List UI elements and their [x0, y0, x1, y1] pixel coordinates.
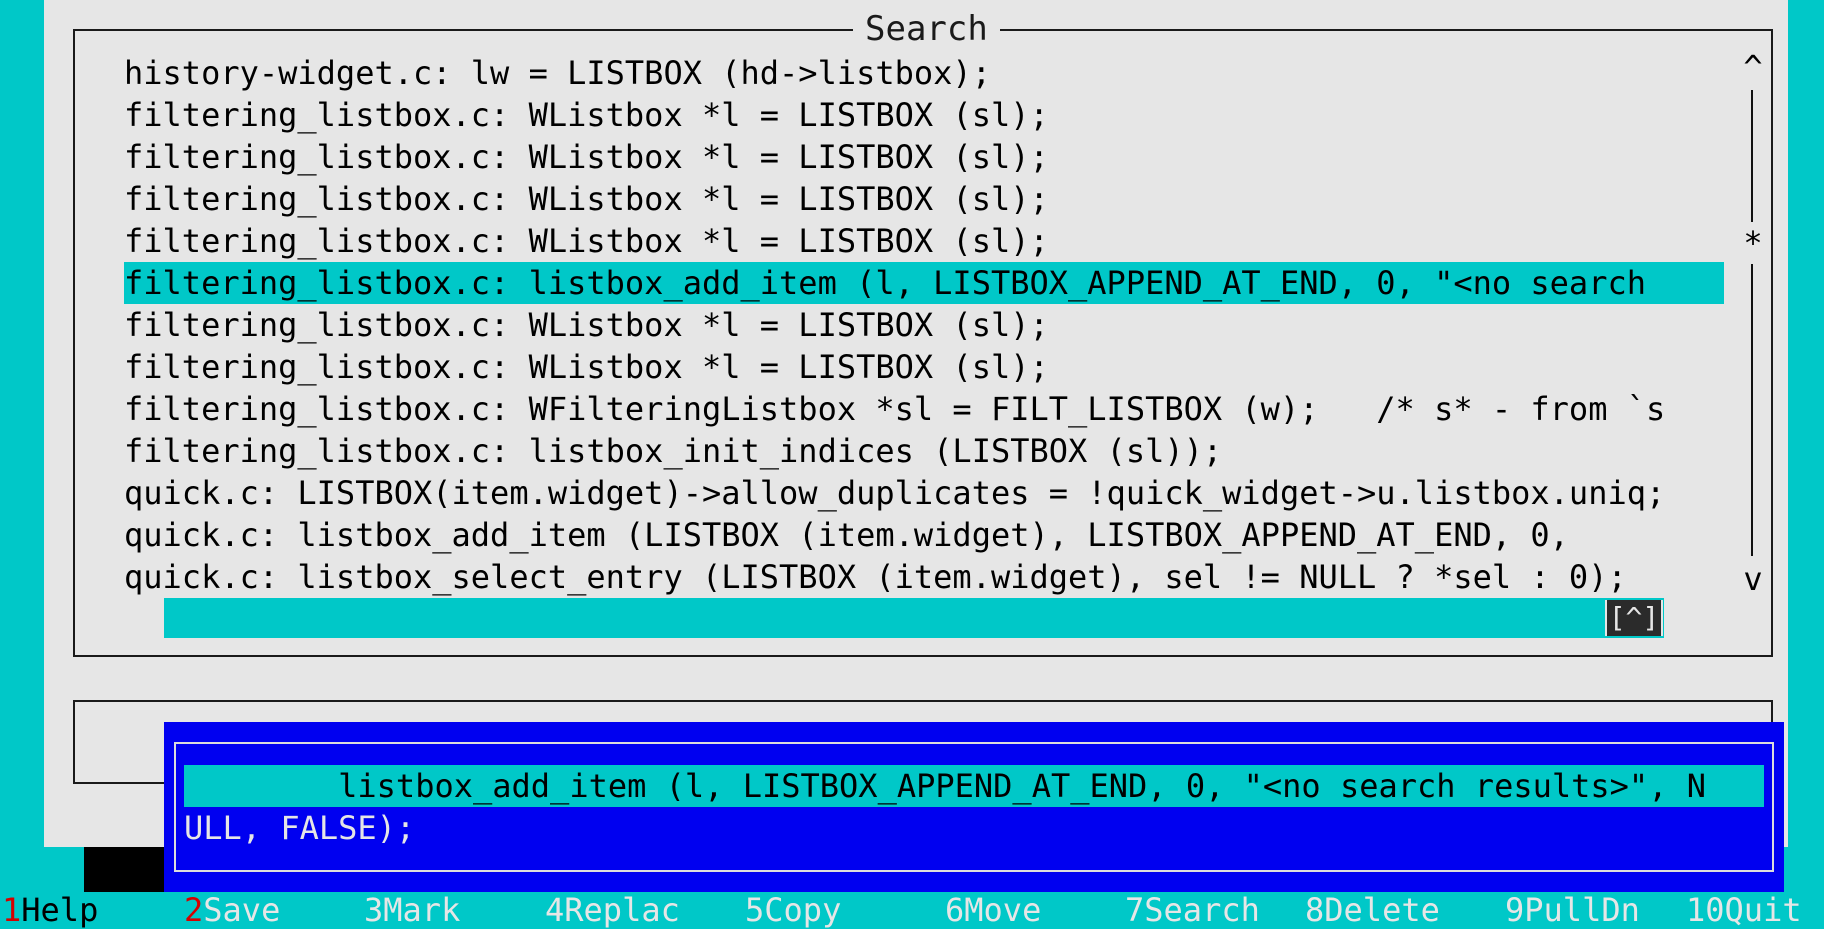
result-row[interactable]: filtering_listbox.c: WListbox *l = LISTB…	[124, 136, 1724, 178]
history-button[interactable]: [^]	[1605, 600, 1663, 636]
dialog-title: Search	[853, 8, 1000, 50]
vertical-scrollbar[interactable]	[1751, 90, 1753, 556]
result-row[interactable]: quick.c: listbox_add_item (LISTBOX (item…	[124, 514, 1724, 556]
result-row[interactable]: filtering_listbox.c: WFilteringListbox *…	[124, 388, 1724, 430]
fkey-copy[interactable]: 5Copy	[745, 892, 841, 929]
fkey-search[interactable]: 7Search	[1125, 892, 1260, 929]
horizontal-scrollbar[interactable]	[164, 598, 1664, 638]
fkey-help[interactable]: 1Help	[2, 892, 98, 929]
fkey-replace[interactable]: 4Replac	[545, 892, 680, 929]
result-row[interactable]: filtering_listbox.c: listbox_add_item (l…	[124, 262, 1724, 304]
result-row[interactable]: filtering_listbox.c: WListbox *l = LISTB…	[124, 178, 1724, 220]
result-row[interactable]: filtering_listbox.c: WListbox *l = LISTB…	[124, 94, 1724, 136]
popup-text-line-1: listbox_add_item (l, LISTBOX_APPEND_AT_E…	[184, 765, 1764, 807]
scroll-thumb[interactable]: *	[1738, 222, 1768, 264]
result-row[interactable]: filtering_listbox.c: WListbox *l = LISTB…	[124, 346, 1724, 388]
fkey-save[interactable]: 2Save	[184, 892, 280, 929]
result-row[interactable]: quick.c: listbox_select_entry (LISTBOX (…	[124, 556, 1724, 598]
result-row[interactable]: filtering_listbox.c: WListbox *l = LISTB…	[124, 220, 1724, 262]
result-row[interactable]: history-widget.c: lw = LISTBOX (hd->list…	[124, 52, 1724, 94]
result-row[interactable]: quick.c: LISTBOX(item.widget)->allow_dup…	[124, 472, 1724, 514]
result-row[interactable]: filtering_listbox.c: WListbox *l = LISTB…	[124, 304, 1724, 346]
scroll-up-icon[interactable]: ^	[1738, 46, 1768, 88]
result-row[interactable]: filtering_listbox.c: listbox_init_indice…	[124, 430, 1724, 472]
fkey-move[interactable]: 6Move	[945, 892, 1041, 929]
fkey-mark[interactable]: 3Mark	[364, 892, 460, 929]
scroll-down-icon[interactable]: v	[1738, 558, 1768, 600]
fkey-pulldown[interactable]: 9PullDn	[1505, 892, 1640, 929]
popup-text-line-2: ULL, FALSE);	[184, 809, 416, 847]
shadow-strip	[84, 847, 174, 892]
fkey-delete[interactable]: 8Delete	[1305, 892, 1440, 929]
fkey-quit[interactable]: 10Quit	[1686, 892, 1802, 929]
search-input[interactable]	[73, 658, 1773, 702]
function-key-bar: 1Help 2Save 3Mark 4Replac 5Copy 6Move 7S…	[0, 892, 1824, 929]
